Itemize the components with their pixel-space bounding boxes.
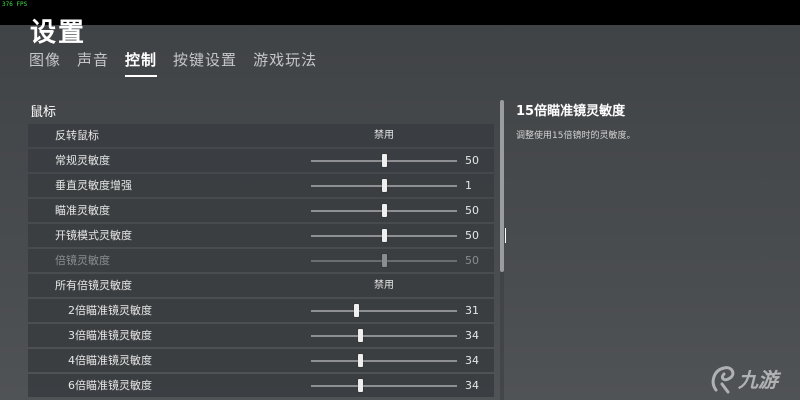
fps-counter: 376 FPS: [2, 1, 28, 8]
toggle-value[interactable]: 禁用: [374, 274, 394, 297]
slider-track[interactable]: [311, 335, 457, 337]
setting-row[interactable]: 常规灵敏度 50: [28, 149, 494, 172]
setting-row[interactable]: 3倍瞄准镜灵敏度 34: [28, 324, 494, 347]
setting-label: 开镜模式灵敏度: [55, 229, 132, 242]
tab-3[interactable]: 按键设置: [173, 50, 237, 74]
slider-value-input[interactable]: 34: [465, 324, 479, 347]
slider-value-input[interactable]: 50: [465, 224, 479, 247]
setting-label: 倍镜灵敏度: [55, 254, 110, 267]
setting-row[interactable]: 6倍瞄准镜灵敏度 34: [28, 374, 494, 397]
setting-label: 4倍瞄准镜灵敏度: [68, 354, 152, 367]
setting-label: 3倍瞄准镜灵敏度: [68, 329, 152, 342]
setting-row[interactable]: 反转鼠标 禁用: [28, 124, 494, 147]
section-title: 鼠标: [30, 105, 57, 120]
slider-track[interactable]: [311, 310, 457, 312]
setting-row[interactable]: 垂直灵敏度增强 1: [28, 174, 494, 197]
setting-label: 反转鼠标: [55, 129, 99, 142]
slider-knob: [381, 254, 387, 267]
text-caret: [505, 228, 506, 243]
detail-description: 调整使用15倍镜时的灵敏度。: [516, 131, 636, 141]
slider-value-input: 50: [465, 254, 479, 267]
setting-label: 2倍瞄准镜灵敏度: [68, 304, 152, 317]
setting-row[interactable]: 瞄准灵敏度 50: [28, 199, 494, 222]
setting-label: 常规灵敏度: [55, 154, 110, 167]
setting-label: 垂直灵敏度增强: [55, 179, 132, 192]
slider-knob[interactable]: [381, 204, 387, 217]
scrollbar-thumb[interactable]: [500, 100, 504, 272]
tab-1[interactable]: 声音: [77, 50, 109, 74]
slider-value-input[interactable]: 1: [465, 174, 472, 197]
slider-knob[interactable]: [381, 179, 387, 192]
slider-value-input[interactable]: 34: [465, 349, 479, 372]
slider-track[interactable]: [311, 360, 457, 362]
toggle-value[interactable]: 禁用: [374, 124, 394, 147]
slider-knob[interactable]: [381, 229, 387, 242]
slider-knob[interactable]: [358, 354, 364, 367]
setting-row: 倍镜灵敏度 50: [28, 249, 494, 272]
slider-value-input[interactable]: 50: [465, 149, 479, 172]
tab-2[interactable]: 控制: [125, 50, 158, 77]
tab-4[interactable]: 游戏玩法: [253, 50, 317, 74]
slider-value-input[interactable]: 34: [465, 374, 479, 397]
settings-tabs: 图像 声音 控制 按键设置 游戏玩法: [29, 50, 333, 77]
slider-track[interactable]: [311, 385, 457, 387]
slider-knob[interactable]: [358, 329, 364, 342]
top-black-bar: 376 FPS: [0, 0, 800, 25]
setting-row[interactable]: 所有倍镜灵敏度 禁用: [28, 274, 494, 297]
detail-title: 15倍瞄准镜灵敏度: [516, 104, 626, 119]
setting-row[interactable]: 2倍瞄准镜灵敏度 31: [28, 299, 494, 322]
slider-knob[interactable]: [353, 304, 359, 317]
slider-knob[interactable]: [358, 379, 364, 392]
settings-list: 反转鼠标 禁用 常规灵敏度 50 垂直灵敏度增强 1 瞄准灵敏度 50 开镜模式灵敏度 50 倍镜灵…: [28, 124, 506, 399]
slider-value-input[interactable]: 31: [465, 299, 479, 322]
setting-label: 6倍瞄准镜灵敏度: [68, 379, 152, 392]
setting-row[interactable]: 开镜模式灵敏度 50: [28, 224, 506, 247]
slider-knob[interactable]: [381, 154, 387, 167]
slider-value-input[interactable]: 50: [465, 199, 479, 222]
setting-label: 所有倍镜灵敏度: [55, 279, 132, 292]
settings-screen: 376 FPS 设置 图像 声音 控制 按键设置 游戏玩法 鼠标 反转鼠标 禁用 常规灵敏度…: [0, 0, 800, 400]
page-title: 设置: [30, 18, 87, 48]
watermark-text: 九游: [738, 368, 778, 392]
setting-row[interactable]: 4倍瞄准镜灵敏度 34: [28, 349, 494, 372]
setting-label: 瞄准灵敏度: [55, 204, 110, 217]
tab-0[interactable]: 图像: [29, 50, 61, 74]
